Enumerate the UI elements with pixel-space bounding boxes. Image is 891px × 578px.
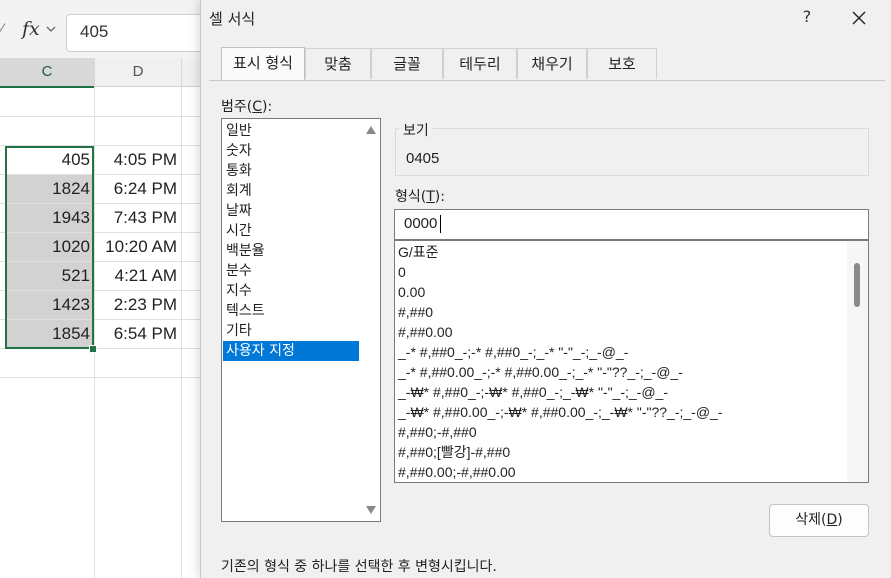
type-input[interactable] — [394, 209, 869, 240]
category-item[interactable]: 날짜 — [223, 201, 359, 221]
tab-protection[interactable]: 보호 — [587, 48, 657, 79]
formula-value: 405 — [80, 22, 109, 41]
grid-line — [0, 116, 200, 117]
tab-font[interactable]: 글꼴 — [371, 48, 443, 79]
category-item-selected[interactable]: 사용자 지정 — [223, 341, 359, 361]
format-item[interactable]: _-* #,##0_-;-* #,##0_-;_-* "-"_-;_-@_- — [398, 342, 628, 362]
formula-bar: ⁄ fx 405 — [0, 0, 208, 64]
format-item[interactable]: #,##0 — [398, 302, 433, 322]
format-item[interactable]: 0 — [398, 262, 406, 282]
close-icon[interactable] — [849, 8, 869, 28]
category-item[interactable]: 기타 — [223, 321, 359, 341]
format-item[interactable]: #,##0;[빨강]-#,##0 — [398, 442, 510, 462]
cell-d[interactable]: 6:24 PM — [95, 175, 181, 203]
dialog-title: 셀 서식 — [209, 10, 256, 28]
format-item[interactable]: #,##0.00 — [398, 322, 453, 342]
cell-d[interactable]: 2:23 PM — [95, 291, 181, 319]
text-caret — [440, 215, 441, 233]
spreadsheet-area: ⁄ fx 405 C D 405 1824 1943 1020 521 1423… — [0, 0, 213, 578]
format-item[interactable]: _-₩* #,##0.00_-;-₩* #,##0.00_-;_-₩* "-"?… — [398, 402, 723, 422]
category-item[interactable]: 분수 — [223, 261, 359, 281]
category-item[interactable]: 지수 — [223, 281, 359, 301]
category-item[interactable]: 일반 — [223, 121, 359, 141]
format-list-scroll-thumb[interactable] — [854, 263, 860, 307]
format-code-list[interactable]: G/표준 0 0.00 #,##0 #,##0.00 _-* #,##0_-;-… — [394, 240, 869, 483]
sample-value: 0405 — [406, 150, 440, 167]
format-item[interactable]: _-₩* #,##0_-;-₩* #,##0_-;_-₩* "-"_-;_-@_… — [398, 382, 668, 402]
category-item[interactable]: 숫자 — [223, 141, 359, 161]
tab-number[interactable]: 표시 형식 — [221, 47, 305, 80]
grid-line — [181, 86, 182, 578]
format-cells-dialog: 셀 서식 ? 표시 형식 맞춤 글꼴 테두리 채우기 보호 범주(C): 일반 … — [200, 0, 891, 578]
format-item[interactable]: #,##0.00;-#,##0.00 — [398, 462, 516, 482]
type-label: 형식(T): — [395, 189, 445, 205]
fill-handle[interactable] — [89, 345, 97, 353]
format-item[interactable]: 0.00 — [398, 282, 425, 302]
category-item[interactable]: 시간 — [223, 221, 359, 241]
tab-panel-border — [209, 80, 885, 81]
type-input-value: 0000 — [404, 215, 438, 232]
column-header-c[interactable]: C — [0, 58, 95, 88]
format-item[interactable]: #,##0;-#,##0 — [398, 422, 477, 442]
chevron-down-icon[interactable] — [46, 24, 56, 34]
category-item[interactable]: 회계 — [223, 181, 359, 201]
sample-label: 보기 — [399, 120, 433, 140]
delete-button[interactable]: 삭제(D) — [769, 504, 869, 537]
category-label: 범주(C): — [221, 99, 273, 115]
category-list[interactable]: 일반 숫자 통화 회계 날짜 시간 백분율 분수 지수 텍스트 기타 사용자 지… — [221, 118, 381, 522]
tab-alignment[interactable]: 맞춤 — [305, 48, 371, 79]
cell-d[interactable]: 4:05 PM — [95, 146, 181, 174]
selection-border — [5, 146, 94, 349]
format-item[interactable]: _-* #,##0.00_-;-* #,##0.00_-;_-* "-"??_-… — [398, 362, 683, 382]
category-item[interactable]: 텍스트 — [223, 301, 359, 321]
hint-text: 기존의 형식 중 하나를 선택한 후 변형시킵니다. — [221, 559, 497, 575]
cell-d[interactable]: 6:54 PM — [95, 320, 181, 348]
category-item[interactable]: 백분율 — [223, 241, 359, 261]
category-item[interactable]: 통화 — [223, 161, 359, 181]
column-header-d[interactable]: D — [95, 58, 182, 87]
insert-function-button[interactable]: fx — [22, 18, 40, 40]
help-button[interactable]: ? — [797, 7, 817, 26]
grid-line — [0, 377, 200, 378]
cell-d[interactable]: 10:20 AM — [95, 233, 181, 261]
format-item[interactable]: G/표준 — [398, 242, 439, 262]
tab-border[interactable]: 테두리 — [443, 48, 517, 79]
cell-d[interactable]: 4:21 AM — [95, 262, 181, 290]
scroll-up-arrow-icon[interactable] — [365, 125, 377, 135]
cell-d[interactable]: 7:43 PM — [95, 204, 181, 232]
name-box-divider: ⁄ — [0, 20, 3, 39]
tab-fill[interactable]: 채우기 — [517, 48, 587, 79]
sample-group — [395, 128, 869, 176]
scroll-down-arrow-icon[interactable] — [365, 505, 377, 515]
